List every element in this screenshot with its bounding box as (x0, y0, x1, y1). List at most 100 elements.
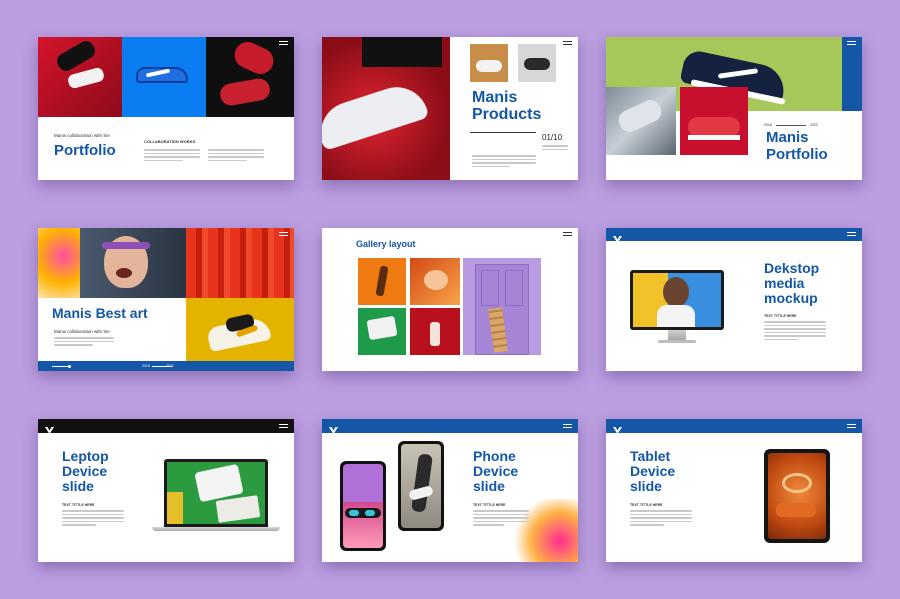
menu-icon[interactable] (279, 41, 288, 46)
year-start: 2018 (142, 363, 150, 368)
slide-manis-products[interactable]: Manis Products 01/10 (322, 37, 578, 180)
text-title-label: TEXT TITTLE HERE (62, 503, 95, 507)
menu-icon[interactable] (563, 232, 572, 237)
best-art-subtitle: Manis collaboration with Sie (54, 329, 110, 334)
monitor-base (658, 340, 696, 343)
phone-title-line1: Phone (473, 448, 516, 464)
laptop-title-line2: Device (62, 463, 108, 479)
photo-red-sneaker-closeup (322, 37, 450, 180)
text-lines (208, 149, 264, 163)
photo-yellow-sneaker (186, 298, 294, 361)
divider (470, 132, 536, 133)
laptop-screen-photo (167, 462, 265, 524)
phone-mockup-1 (340, 461, 386, 551)
products-title-line2: Products (472, 106, 542, 123)
collaboration-heading: COLLABORATION WORKS (144, 139, 196, 144)
slide-manis-portfolio[interactable]: 2018 2022 Manis Portfolio (606, 37, 862, 180)
text-lines (473, 510, 529, 528)
photo-gradient-blob (38, 228, 80, 298)
laptop-base (152, 527, 280, 531)
laptop-title-line1: Leptop (62, 448, 109, 464)
year-start: 2018 (764, 123, 772, 127)
text-lines (630, 510, 692, 528)
slide-tablet-device[interactable]: Tablet Device slide TEXT TITTLE HERE (606, 419, 862, 562)
laptop-title-line3: slide (62, 478, 94, 494)
desktop-title-line3: mockup (764, 290, 818, 306)
menu-icon[interactable] (847, 41, 856, 46)
text-lines (764, 321, 826, 342)
text-lines (62, 510, 124, 528)
desktop-title-line2: media (764, 275, 805, 291)
photo-sneaker-small-2 (518, 44, 556, 82)
photo-red-sneaker-feet (38, 37, 122, 117)
portfolio-title-line1: Manis (766, 129, 809, 146)
photo-blue-sneaker (122, 37, 206, 117)
text-title-label: TEXT TITTLE HERE (473, 503, 506, 507)
blue-top-bar (322, 419, 578, 433)
photo-red-curtains (186, 228, 294, 298)
phone-title-line3: slide (473, 478, 505, 494)
slide-portfolio[interactable]: Manis collaboration with Sie Portfolio C… (38, 37, 294, 180)
desktop-screen-photo (633, 273, 721, 327)
desktop-monitor (630, 270, 724, 330)
photo-orange-figure (358, 258, 406, 305)
photo-red-sneaker (680, 87, 748, 155)
slide-desktop-mockup[interactable]: Dekstop media mockup TEXT TITTLE HERE (606, 228, 862, 371)
menu-icon[interactable] (847, 232, 856, 237)
photo-silver-sneaker (606, 87, 676, 155)
year-end: 2022 (166, 363, 174, 368)
photo-green-phone (358, 308, 406, 355)
menu-icon[interactable] (563, 41, 572, 46)
text-title-label: TEXT TITTLE HERE (764, 314, 797, 318)
year-end: 2022 (810, 123, 818, 127)
slide-laptop-device[interactable]: Leptop Device slide TEXT TITTLE HERE (38, 419, 294, 562)
monitor-stand (668, 330, 686, 340)
photo-athlete-face (80, 228, 186, 298)
tablet-title-line1: Tablet (630, 448, 671, 464)
phone-mockup-2 (398, 441, 444, 531)
menu-icon[interactable] (847, 424, 856, 429)
text-lines (144, 149, 200, 163)
slide-gallery-layout[interactable]: Gallery layout (322, 228, 578, 371)
slide-manis-best-art[interactable]: Manis Best art Manis collaboration with … (38, 228, 294, 371)
phone-title-line2: Device (473, 463, 519, 479)
photo-purple-door (463, 258, 541, 355)
tablet-mockup (764, 449, 830, 543)
timeline-line (776, 125, 806, 126)
brand-logo-icon (45, 422, 54, 434)
tablet-screen-photo (768, 453, 826, 539)
laptop-screen (164, 459, 268, 527)
phone-screen-photo-2 (401, 444, 441, 528)
photo-red-sneakers-dark (206, 37, 294, 117)
text-lines (472, 155, 536, 169)
menu-icon[interactable] (279, 232, 288, 237)
gallery-title: Gallery layout (356, 239, 416, 249)
portfolio-title: Portfolio (54, 142, 116, 159)
text-lines (542, 145, 568, 152)
brand-logo-icon (613, 231, 622, 243)
footer-line (52, 365, 68, 367)
menu-icon[interactable] (563, 424, 572, 429)
tablet-title-line3: slide (630, 478, 662, 494)
slide-number: 01/10 (542, 133, 563, 142)
gradient-blob-decoration (512, 499, 578, 562)
text-lines (54, 337, 114, 348)
portfolio-subtitle: Manis collaboration with Sie (54, 133, 110, 138)
tablet-title-line2: Device (630, 463, 676, 479)
slide-phone-device[interactable]: Phone Device slide TEXT TITTLE HERE (322, 419, 578, 562)
phone-screen-photo-1 (343, 464, 383, 548)
photo-red-room (410, 308, 460, 355)
best-art-title: Manis Best art (52, 305, 148, 321)
brand-logo-icon (329, 422, 338, 434)
footer-dot (68, 364, 71, 368)
black-top-bar (38, 419, 294, 433)
photo-sneaker-small-1 (470, 44, 508, 82)
photo-orange-abstract (410, 258, 460, 305)
portfolio-title-line2: Portfolio (766, 146, 828, 163)
products-title-line1: Manis (472, 89, 518, 106)
desktop-title-line1: Dekstop (764, 260, 820, 276)
blue-top-bar (606, 228, 862, 241)
menu-icon[interactable] (279, 424, 288, 429)
brand-logo-icon (613, 422, 622, 434)
blue-top-bar (606, 419, 862, 433)
